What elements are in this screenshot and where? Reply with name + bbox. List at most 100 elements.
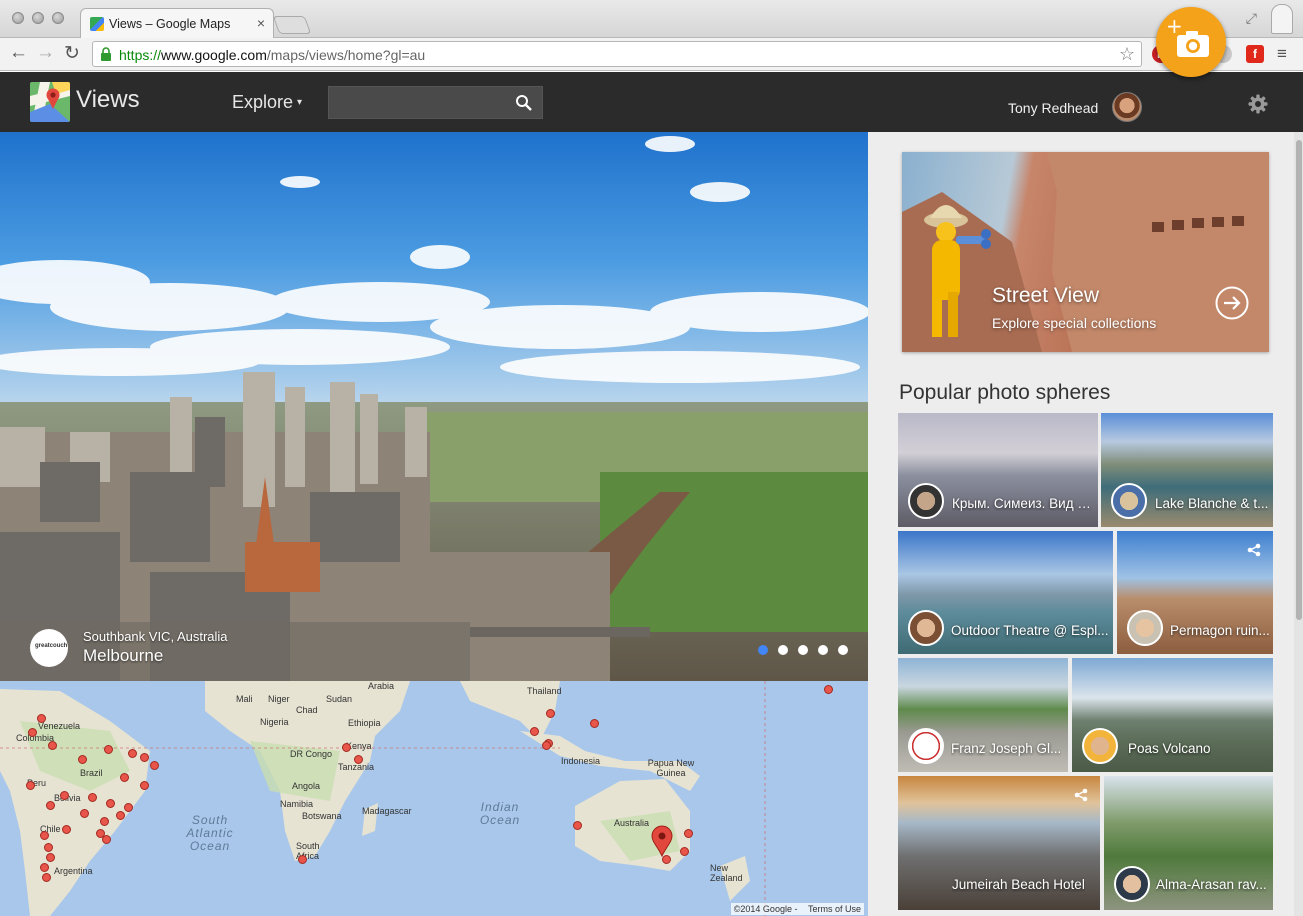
author-avatar[interactable]	[1082, 728, 1118, 764]
tab-close-icon[interactable]: ×	[257, 15, 265, 31]
google-maps-logo-icon[interactable]	[30, 82, 70, 122]
map-photo-marker[interactable]	[590, 719, 599, 728]
author-avatar[interactable]	[908, 610, 944, 646]
gear-icon[interactable]	[1248, 94, 1268, 114]
selected-location-pin-icon[interactable]	[651, 825, 673, 857]
search-input[interactable]	[329, 87, 509, 118]
map-photo-marker[interactable]	[124, 803, 133, 812]
photo-sphere-caption: Poas Volcano	[1128, 741, 1211, 756]
map-photo-marker[interactable]	[78, 755, 87, 764]
author-avatar[interactable]	[1114, 866, 1150, 902]
map-photo-marker[interactable]	[80, 809, 89, 818]
reload-icon[interactable]: ↻	[64, 42, 80, 65]
search-icon[interactable]	[515, 94, 533, 112]
hero-title[interactable]: Melbourne	[83, 646, 163, 666]
map-photo-marker[interactable]	[62, 825, 71, 834]
minimize-window-button[interactable]	[32, 12, 44, 24]
photo-sphere-tile[interactable]: Outdoor Theatre @ Espl...	[898, 531, 1113, 654]
map-photo-marker[interactable]	[104, 745, 113, 754]
map-photo-marker[interactable]	[530, 727, 539, 736]
map-label-chad: Chad	[296, 705, 318, 715]
author-avatar[interactable]	[1127, 610, 1163, 646]
contributor-logo[interactable]: greatcouch	[30, 629, 68, 667]
new-tab-button[interactable]	[272, 16, 312, 34]
map-photo-marker[interactable]	[342, 743, 351, 752]
street-view-subtitle: Explore special collections	[992, 315, 1157, 331]
share-icon[interactable]	[1074, 788, 1088, 802]
add-photo-button[interactable]: +	[1156, 7, 1226, 77]
map-photo-marker[interactable]	[48, 741, 57, 750]
map-photo-marker[interactable]	[116, 811, 125, 820]
map-photo-marker[interactable]	[140, 781, 149, 790]
map-photo-marker[interactable]	[37, 714, 46, 723]
map-photo-marker[interactable]	[40, 831, 49, 840]
chrome-menu-icon[interactable]: ≡	[1277, 44, 1287, 64]
map-photo-marker[interactable]	[298, 855, 307, 864]
author-avatar[interactable]	[1111, 483, 1147, 519]
map-photo-marker[interactable]	[26, 781, 35, 790]
close-window-button[interactable]	[12, 12, 24, 24]
map-photo-marker[interactable]	[46, 801, 55, 810]
map-photo-marker[interactable]	[680, 847, 689, 856]
photo-sphere-tile[interactable]: Permagon ruin...	[1117, 531, 1273, 654]
map-photo-marker[interactable]	[44, 843, 53, 852]
map-photo-marker[interactable]	[40, 863, 49, 872]
photo-sphere-tile[interactable]: Poas Volcano	[1072, 658, 1273, 772]
carousel-dot[interactable]	[798, 645, 808, 655]
author-avatar[interactable]	[908, 728, 944, 764]
chevron-down-icon: ▾	[297, 97, 303, 108]
map-photo-marker[interactable]	[684, 829, 693, 838]
map-photo-marker[interactable]	[100, 817, 109, 826]
map-photo-marker[interactable]	[128, 749, 137, 758]
author-avatar[interactable]	[908, 483, 944, 519]
terms-of-use-link[interactable]: Terms of Use	[808, 904, 861, 914]
photo-sphere-tile[interactable]: Jumeirah Beach Hotel	[898, 776, 1100, 910]
map-photo-marker[interactable]	[140, 753, 149, 762]
carousel-dot[interactable]	[818, 645, 828, 655]
arrow-right-circle-icon[interactable]	[1215, 286, 1249, 320]
flipboard-icon[interactable]: f	[1246, 45, 1264, 63]
map-photo-marker[interactable]	[88, 793, 97, 802]
explore-menu[interactable]: Explore ▾	[232, 92, 302, 113]
tab-title: Views – Google Maps	[109, 17, 231, 31]
user-avatar[interactable]	[1112, 92, 1142, 122]
zoom-window-button[interactable]	[52, 12, 64, 24]
carousel-dot[interactable]	[778, 645, 788, 655]
map-photo-marker[interactable]	[28, 728, 37, 737]
photo-sphere-tile[interactable]: Franz Joseph Gl...	[898, 658, 1068, 772]
bookmark-star-icon[interactable]: ☆	[1119, 44, 1135, 65]
world-map[interactable]: Venezuela Colombia Brazil Bolivia Peru C…	[0, 681, 868, 916]
share-icon[interactable]	[1247, 543, 1261, 557]
map-photo-marker[interactable]	[46, 853, 55, 862]
fullscreen-icon[interactable]: ⤢	[1246, 10, 1257, 27]
url-path: /maps/views/home?gl=au	[266, 47, 426, 63]
carousel-dot[interactable]	[758, 645, 768, 655]
map-photo-marker[interactable]	[546, 709, 555, 718]
map-photo-marker[interactable]	[824, 685, 833, 694]
map-photo-marker[interactable]	[542, 741, 551, 750]
map-photo-marker[interactable]	[354, 755, 363, 764]
add-photo-plus: +	[1166, 14, 1183, 38]
address-bar[interactable]: https://www.google.com/maps/views/home?g…	[92, 41, 1142, 67]
map-photo-marker[interactable]	[106, 799, 115, 808]
map-photo-marker[interactable]	[42, 873, 51, 882]
map-photo-marker[interactable]	[120, 773, 129, 782]
browser-profile-icon[interactable]	[1271, 4, 1293, 34]
side-panel-scrollbar-thumb[interactable]	[1296, 140, 1302, 620]
hero-photo[interactable]: greatcouch Southbank VIC, Australia Melb…	[0, 132, 868, 681]
photo-sphere-tile[interactable]: Lake Blanche & t...	[1101, 413, 1273, 527]
map-photo-marker[interactable]	[60, 791, 69, 800]
forward-icon[interactable]: →	[36, 42, 55, 64]
photo-sphere-tile[interactable]: Alma-Arasan rav...	[1104, 776, 1273, 910]
map-photo-marker[interactable]	[573, 821, 582, 830]
user-name[interactable]: Tony Redhead	[1008, 100, 1098, 116]
map-photo-marker[interactable]	[150, 761, 159, 770]
carousel-dot[interactable]	[838, 645, 848, 655]
map-photo-marker[interactable]	[102, 835, 111, 844]
photo-sphere-tile[interactable]: Крым. Симеиз. Вид с...	[898, 413, 1098, 527]
brand-title[interactable]: Views	[76, 86, 140, 114]
street-view-card[interactable]: Street View Explore special collections	[902, 152, 1269, 352]
browser-tab-active[interactable]: Views – Google Maps ×	[80, 8, 274, 39]
map-attribution: ©2014 Google - Terms of Use	[730, 903, 864, 915]
back-icon[interactable]: ←	[9, 42, 28, 64]
